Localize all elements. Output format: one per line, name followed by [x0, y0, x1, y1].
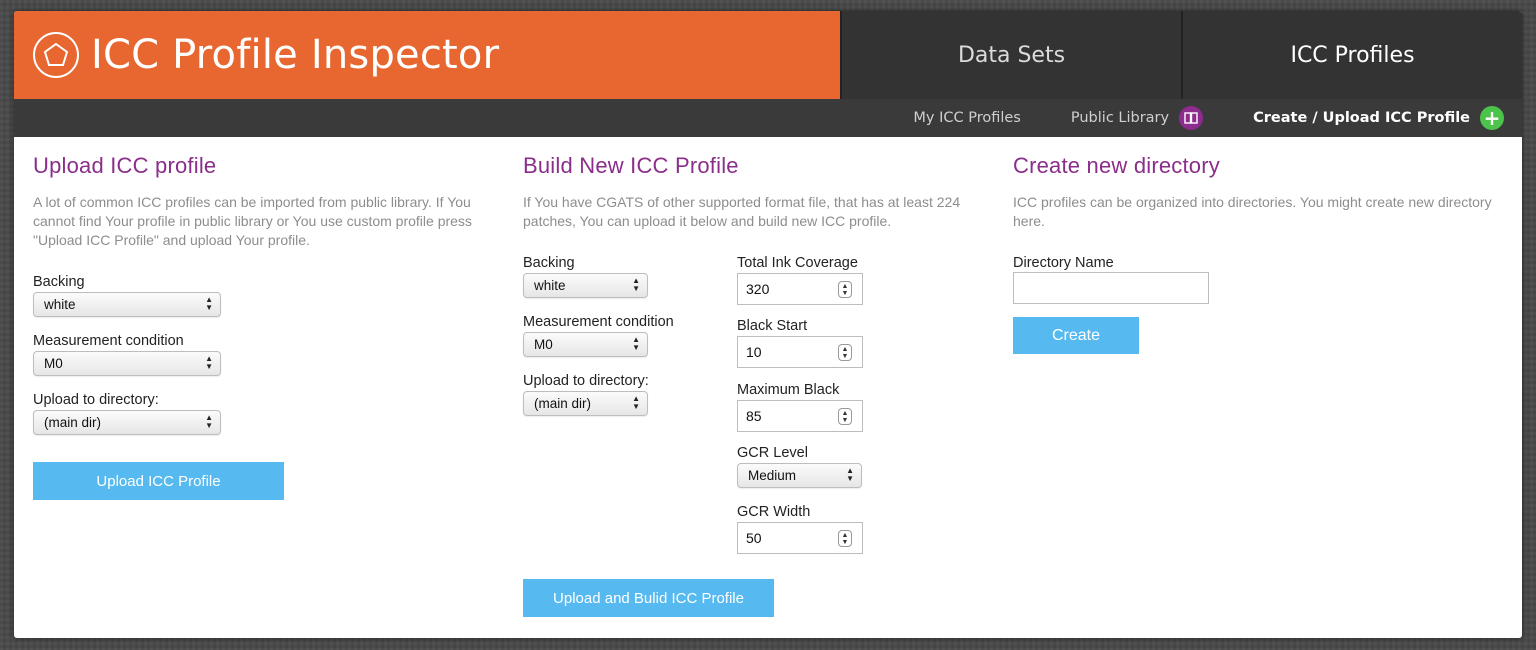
app-title: ICC Profile Inspector	[91, 32, 500, 78]
stepper-icon[interactable]: ▲ ▼	[838, 281, 852, 298]
subnav-public-library-label: Public Library	[1070, 110, 1170, 126]
subnav-create-upload[interactable]: Create / Upload ICC Profile +	[1253, 106, 1504, 130]
build-measurement-label: Measurement condition	[523, 314, 674, 330]
upload-directory-value: (main dir)	[44, 415, 102, 430]
upload-title: Upload ICC profile	[33, 153, 217, 178]
upload-measurement-label: Measurement condition	[33, 333, 184, 349]
directory-name-label: Directory Name	[1013, 255, 1114, 271]
build-measurement-select[interactable]: M0 ▲ ▼	[523, 332, 648, 357]
select-arrows-icon: ▲ ▼	[632, 394, 640, 411]
build-backing-select[interactable]: white ▲ ▼	[523, 273, 648, 298]
max-black-input[interactable]: 85 ▲ ▼	[737, 400, 863, 432]
upload-and-build-button[interactable]: Upload and Bulid ICC Profile	[523, 579, 774, 617]
build-title: Build New ICC Profile	[523, 153, 739, 178]
max-black-label: Maximum Black	[737, 382, 840, 398]
gcr-width-value: 50	[746, 530, 762, 546]
build-directory-label: Upload to directory:	[523, 373, 649, 389]
stepper-icon[interactable]: ▲ ▼	[838, 408, 852, 425]
select-arrows-icon: ▲ ▼	[846, 466, 854, 483]
black-start-label: Black Start	[737, 318, 808, 334]
build-directory-select[interactable]: (main dir) ▲ ▼	[523, 391, 648, 416]
tic-label: Total Ink Coverage	[737, 255, 858, 271]
directory-name-input[interactable]	[1013, 272, 1209, 304]
upload-measurement-select[interactable]: M0 ▲ ▼	[33, 351, 221, 376]
build-measurement-value: M0	[534, 337, 553, 352]
pentagon-logo-icon	[33, 32, 79, 78]
directory-description: ICC profiles can be organized into direc…	[1013, 194, 1492, 229]
upload-directory-label: Upload to directory:	[33, 392, 159, 408]
header: ICC Profile Inspector Data Sets ICC Prof…	[14, 11, 1522, 99]
gcr-level-label: GCR Level	[737, 445, 808, 461]
upload-backing-select[interactable]: white ▲ ▼	[33, 292, 221, 317]
create-directory-button[interactable]: Create	[1013, 317, 1139, 354]
build-section: Build New ICC Profile If You have CGATS …	[523, 137, 983, 617]
tab-icc-profiles[interactable]: ICC Profiles	[1181, 11, 1522, 99]
tab-data-sets[interactable]: Data Sets	[840, 11, 1181, 99]
gcr-level-select[interactable]: Medium ▲ ▼	[737, 463, 862, 488]
app-window: ICC Profile Inspector Data Sets ICC Prof…	[14, 11, 1522, 638]
stepper-icon[interactable]: ▲ ▼	[838, 530, 852, 547]
upload-icc-profile-button[interactable]: Upload ICC Profile	[33, 462, 284, 500]
upload-backing-value: white	[44, 297, 76, 312]
build-description: If You have CGATS of other supported for…	[523, 194, 961, 229]
subnav-create-upload-label: Create / Upload ICC Profile	[1253, 110, 1470, 126]
tic-input[interactable]: 320 ▲ ▼	[737, 273, 863, 305]
upload-section: Upload ICC profile A lot of common ICC p…	[33, 137, 493, 500]
upload-description: A lot of common ICC profiles can be impo…	[33, 194, 472, 248]
build-backing-value: white	[534, 278, 566, 293]
select-arrows-icon: ▲ ▼	[205, 295, 213, 312]
directory-title: Create new directory	[1013, 153, 1220, 178]
build-directory-value: (main dir)	[534, 396, 592, 411]
black-start-value: 10	[746, 344, 762, 360]
upload-directory-select[interactable]: (main dir) ▲ ▼	[33, 410, 221, 435]
build-backing-label: Backing	[523, 255, 575, 271]
tic-value: 320	[746, 281, 770, 297]
upload-backing-label: Backing	[33, 274, 85, 290]
stepper-icon[interactable]: ▲ ▼	[838, 344, 852, 361]
subnav-public-library[interactable]: Public Library	[1070, 106, 1204, 130]
gcr-width-input[interactable]: 50 ▲ ▼	[737, 522, 863, 554]
directory-section: Create new directory ICC profiles can be…	[1013, 137, 1493, 354]
gcr-level-value: Medium	[748, 468, 797, 483]
brand[interactable]: ICC Profile Inspector	[14, 11, 840, 99]
subnav-my-icc-profiles[interactable]: My ICC Profiles	[913, 110, 1020, 126]
select-arrows-icon: ▲ ▼	[632, 335, 640, 352]
max-black-value: 85	[746, 408, 762, 424]
select-arrows-icon: ▲ ▼	[205, 354, 213, 371]
plus-icon: +	[1480, 106, 1504, 130]
sub-navigation: My ICC Profiles Public Library Create / …	[14, 99, 1522, 137]
gcr-width-label: GCR Width	[737, 504, 811, 520]
book-icon	[1179, 106, 1204, 130]
upload-measurement-value: M0	[44, 356, 63, 371]
select-arrows-icon: ▲ ▼	[632, 276, 640, 293]
select-arrows-icon: ▲ ▼	[205, 413, 213, 430]
black-start-input[interactable]: 10 ▲ ▼	[737, 336, 863, 368]
